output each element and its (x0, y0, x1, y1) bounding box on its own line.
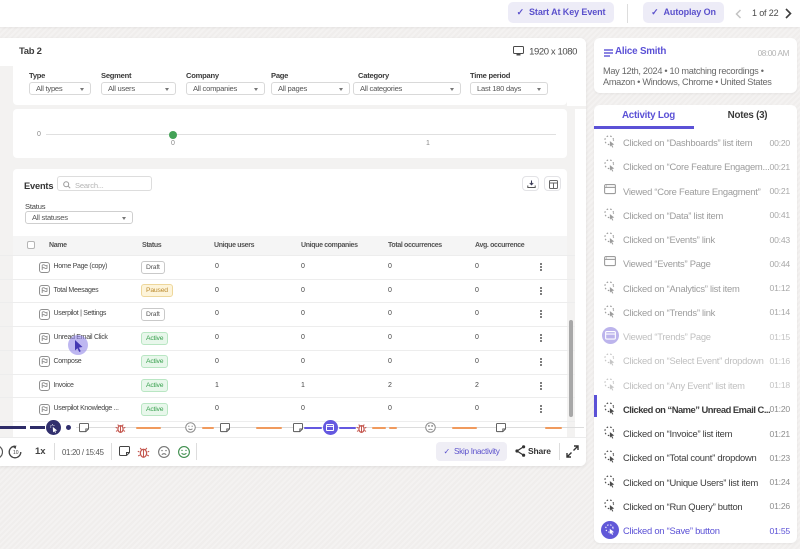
svg-text:10: 10 (13, 450, 19, 456)
